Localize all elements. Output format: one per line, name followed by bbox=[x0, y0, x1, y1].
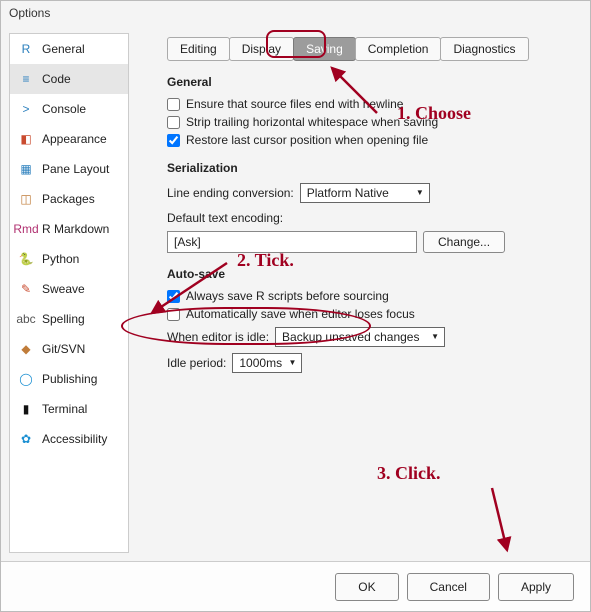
opt-save-before-source-checkbox[interactable] bbox=[167, 290, 180, 303]
opt-save-before-source-label: Always save R scripts before sourcing bbox=[186, 289, 389, 303]
sidebar-item-label: Spelling bbox=[42, 312, 85, 326]
opt-restore-cursor[interactable]: Restore last cursor position when openin… bbox=[167, 133, 574, 147]
python-icon: 🐍 bbox=[18, 251, 34, 267]
cancel-button[interactable]: Cancel bbox=[407, 573, 490, 601]
pane-layout-icon: ▦ bbox=[18, 161, 34, 177]
sidebar-item-label: Code bbox=[42, 72, 71, 86]
sidebar-item-pane-layout[interactable]: ▦ Pane Layout bbox=[10, 154, 128, 184]
sidebar-item-label: Python bbox=[42, 252, 79, 266]
tab-saving[interactable]: Saving bbox=[293, 37, 356, 61]
section-autosave: Auto-save bbox=[167, 267, 574, 281]
git-svn-icon: ◆ bbox=[18, 341, 34, 357]
change-button[interactable]: Change... bbox=[423, 231, 505, 253]
packages-icon: ◫ bbox=[18, 191, 34, 207]
sidebar-item-terminal[interactable]: ▮ Terminal bbox=[10, 394, 128, 424]
spelling-icon: abc bbox=[18, 311, 34, 327]
console-icon: > bbox=[18, 101, 34, 117]
appearance-icon: ◧ bbox=[18, 131, 34, 147]
idle-period-select[interactable]: 1000ms bbox=[232, 353, 302, 373]
sidebar-item-label: Packages bbox=[42, 192, 95, 206]
sidebar-item-r-markdown[interactable]: Rmd R Markdown bbox=[10, 214, 128, 244]
sidebar: R General ≡ Code > Console ◧ Appearance ▦ Pane La… bbox=[9, 33, 129, 553]
accessibility-icon: ✿ bbox=[18, 431, 34, 447]
footer: OK Cancel Apply bbox=[1, 561, 590, 611]
section-serialization: Serialization bbox=[167, 161, 574, 175]
sidebar-item-label: Publishing bbox=[42, 372, 97, 386]
opt-newline-label: Ensure that source files end with newlin… bbox=[186, 97, 403, 111]
opt-autosave-focus-checkbox[interactable] bbox=[167, 308, 180, 321]
opt-save-before-source[interactable]: Always save R scripts before sourcing bbox=[167, 289, 574, 303]
arrow-1-icon bbox=[327, 63, 387, 123]
main-panel: EditingDisplaySavingCompletionDiagnostic… bbox=[137, 33, 582, 553]
tab-display[interactable]: Display bbox=[229, 37, 294, 61]
sidebar-item-label: Sweave bbox=[42, 282, 85, 296]
options-window: Options R General ≡ Code > Console ◧ Appearance… bbox=[0, 0, 591, 612]
sidebar-item-code[interactable]: ≡ Code bbox=[10, 64, 128, 94]
sidebar-item-general[interactable]: R General bbox=[10, 34, 128, 64]
idle-period-label: Idle period: bbox=[167, 356, 226, 370]
tab-completion[interactable]: Completion bbox=[355, 37, 442, 61]
anno-3-text: 3. Click. bbox=[377, 463, 441, 484]
sidebar-item-label: Accessibility bbox=[42, 432, 107, 446]
sidebar-item-git-svn[interactable]: ◆ Git/SVN bbox=[10, 334, 128, 364]
sidebar-item-packages[interactable]: ◫ Packages bbox=[10, 184, 128, 214]
sidebar-item-spelling[interactable]: abc Spelling bbox=[10, 304, 128, 334]
idle-label: When editor is idle: bbox=[167, 330, 269, 344]
sidebar-item-python[interactable]: 🐍 Python bbox=[10, 244, 128, 274]
encoding-label: Default text encoding: bbox=[167, 211, 574, 225]
opt-newline[interactable]: Ensure that source files end with newlin… bbox=[167, 97, 574, 111]
line-ending-select[interactable]: Platform Native bbox=[300, 183, 430, 203]
opt-restore-cursor-checkbox[interactable] bbox=[167, 134, 180, 147]
sidebar-item-label: R Markdown bbox=[42, 222, 109, 236]
terminal-icon: ▮ bbox=[18, 401, 34, 417]
ok-button[interactable]: OK bbox=[335, 573, 398, 601]
opt-autosave-focus[interactable]: Automatically save when editor loses foc… bbox=[167, 307, 574, 321]
sidebar-item-label: Appearance bbox=[42, 132, 107, 146]
sidebar-item-accessibility[interactable]: ✿ Accessibility bbox=[10, 424, 128, 454]
opt-newline-checkbox[interactable] bbox=[167, 98, 180, 111]
code-icon: ≡ bbox=[18, 71, 34, 87]
sidebar-item-label: Console bbox=[42, 102, 86, 116]
opt-strip-ws[interactable]: Strip trailing horizontal whitespace whe… bbox=[167, 115, 574, 129]
sidebar-item-label: Git/SVN bbox=[42, 342, 85, 356]
opt-autosave-focus-label: Automatically save when editor loses foc… bbox=[186, 307, 415, 321]
section-general: General bbox=[167, 75, 574, 89]
sidebar-item-sweave[interactable]: ✎ Sweave bbox=[10, 274, 128, 304]
sidebar-item-label: Pane Layout bbox=[42, 162, 109, 176]
opt-strip-ws-label: Strip trailing horizontal whitespace whe… bbox=[186, 115, 438, 129]
r-markdown-icon: Rmd bbox=[18, 221, 34, 237]
window-title: Options bbox=[1, 1, 590, 25]
sidebar-item-publishing[interactable]: ◯ Publishing bbox=[10, 364, 128, 394]
tab-diagnostics[interactable]: Diagnostics bbox=[440, 37, 528, 61]
tab-editing[interactable]: Editing bbox=[167, 37, 230, 61]
publishing-icon: ◯ bbox=[18, 371, 34, 387]
opt-strip-ws-checkbox[interactable] bbox=[167, 116, 180, 129]
sidebar-item-label: General bbox=[42, 42, 85, 56]
sweave-icon: ✎ bbox=[18, 281, 34, 297]
idle-action-select[interactable]: Backup unsaved changes bbox=[275, 327, 445, 347]
sidebar-item-appearance[interactable]: ◧ Appearance bbox=[10, 124, 128, 154]
line-ending-label: Line ending conversion: bbox=[167, 186, 294, 200]
encoding-textbox[interactable]: [Ask] bbox=[167, 231, 417, 253]
arrow-3-icon bbox=[482, 488, 522, 558]
general-icon: R bbox=[18, 41, 34, 57]
opt-restore-cursor-label: Restore last cursor position when openin… bbox=[186, 133, 428, 147]
sidebar-item-console[interactable]: > Console bbox=[10, 94, 128, 124]
sidebar-item-label: Terminal bbox=[42, 402, 87, 416]
apply-button[interactable]: Apply bbox=[498, 573, 574, 601]
content-area: R General ≡ Code > Console ◧ Appearance ▦ Pane La… bbox=[1, 25, 590, 561]
tabs: EditingDisplaySavingCompletionDiagnostic… bbox=[167, 37, 574, 61]
